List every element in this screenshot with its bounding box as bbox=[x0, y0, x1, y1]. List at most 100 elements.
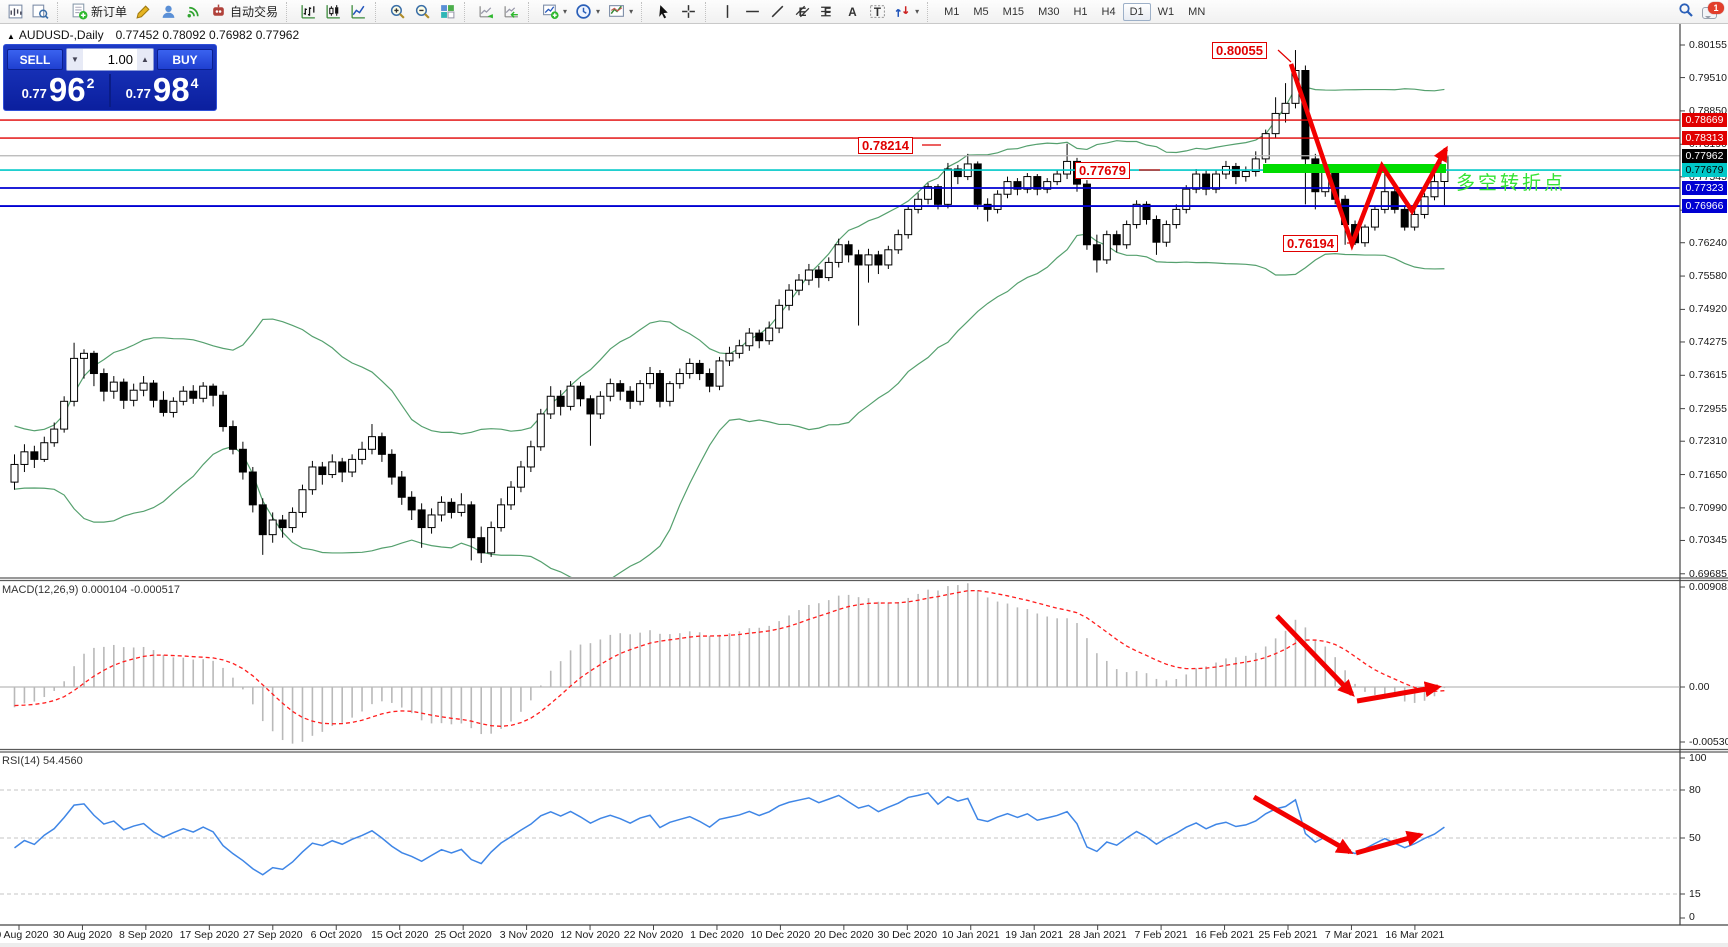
candlestick-chart-icon[interactable] bbox=[321, 0, 346, 23]
date-label: 25 Feb 2021 bbox=[1259, 929, 1318, 941]
cursor-icon[interactable] bbox=[651, 0, 676, 23]
price-axis-tick: 0.75580 bbox=[1689, 270, 1727, 282]
toolbar-separator bbox=[464, 2, 471, 22]
chevron-down-icon: ▾ bbox=[596, 7, 600, 16]
chart-profile-icon[interactable] bbox=[28, 0, 53, 23]
tile-windows-icon[interactable] bbox=[435, 0, 460, 23]
price-badge-0.78669: 0.78669 bbox=[1682, 113, 1727, 127]
timeframe-button-M1[interactable]: M1 bbox=[937, 3, 966, 21]
community-icon[interactable] bbox=[156, 0, 181, 23]
timeframe-button-D1[interactable]: D1 bbox=[1123, 3, 1151, 21]
date-label: 30 Dec 2020 bbox=[878, 929, 938, 941]
timeframe-button-M30[interactable]: M30 bbox=[1031, 3, 1066, 21]
toolbar: 新订单 自动交易 ▾ ▾ ▾ EFAT ▾ M1M5M15M30H1H4D1W1MN 1 bbox=[0, 0, 1728, 24]
buy-button[interactable]: BUY bbox=[157, 49, 213, 70]
signals-icon[interactable] bbox=[181, 0, 206, 23]
sell-button[interactable]: SELL bbox=[7, 49, 63, 70]
zoom-in-icon[interactable] bbox=[385, 0, 410, 23]
vertical-line-icon[interactable] bbox=[715, 0, 740, 23]
price-badge-0.78313: 0.78313 bbox=[1682, 131, 1727, 145]
text-label-icon[interactable]: T bbox=[865, 0, 890, 23]
svg-text:A: A bbox=[848, 6, 857, 19]
price-annotation-0.76194[interactable]: 0.76194 bbox=[1283, 235, 1338, 252]
trendline-icon[interactable] bbox=[765, 0, 790, 23]
annotation-leader-line bbox=[1278, 50, 1291, 62]
timeframe-button-M5[interactable]: M5 bbox=[966, 3, 995, 21]
mt4-terminal: 新订单自动交易▾▾▾EFAT▾M1M5M15M30H1H4D1W1MN1 ▲AU… bbox=[0, 0, 1728, 947]
date-label: 28 Jan 2021 bbox=[1069, 929, 1127, 941]
horizontal-line-icon[interactable] bbox=[740, 0, 765, 23]
rsi-trend-arrow-1[interactable] bbox=[1254, 797, 1350, 852]
macd-scale-label: -0.005306 bbox=[1689, 736, 1728, 748]
chart-shift-icon[interactable] bbox=[499, 0, 524, 23]
chevron-down-icon: ▾ bbox=[563, 7, 567, 16]
turning-point-annotation[interactable]: 多空转折点 bbox=[1456, 168, 1566, 195]
metaeditor-icon[interactable] bbox=[131, 0, 156, 23]
date-label: 30 Aug 2020 bbox=[53, 929, 112, 941]
price-axis-tick: 0.72310 bbox=[1689, 435, 1727, 447]
arrows-icon[interactable]: ▾ bbox=[890, 0, 923, 23]
rsi-scale-label: 100 bbox=[1689, 752, 1707, 764]
price-badge-0.76966: 0.76966 bbox=[1682, 199, 1727, 213]
price-annotation-0.80055[interactable]: 0.80055 bbox=[1212, 42, 1267, 59]
macd-label: MACD(12,26,9) 0.000104 -0.000517 bbox=[2, 584, 180, 596]
volume-decrease-button[interactable]: ▼ bbox=[67, 49, 83, 70]
trend-zigzag-arrow[interactable] bbox=[1291, 64, 1446, 244]
date-label: 8 Sep 2020 bbox=[119, 929, 173, 941]
date-axis[interactable]: 20 Aug 202030 Aug 20208 Sep 202017 Sep 2… bbox=[0, 925, 1680, 947]
macd-trend-arrow-1[interactable] bbox=[1277, 616, 1352, 694]
date-label: 7 Feb 2021 bbox=[1135, 929, 1188, 941]
date-label: 7 Mar 2021 bbox=[1325, 929, 1378, 941]
timeframe-button-H4[interactable]: H4 bbox=[1095, 3, 1123, 21]
price-annotation-0.77679[interactable]: 0.77679 bbox=[1075, 162, 1130, 179]
text-icon[interactable]: A bbox=[840, 0, 865, 23]
rsi-line bbox=[15, 793, 1445, 875]
chart-file-icon[interactable] bbox=[3, 0, 28, 23]
date-label: 27 Sep 2020 bbox=[243, 929, 303, 941]
price-annotation-0.78214[interactable]: 0.78214 bbox=[858, 137, 913, 154]
date-label: 3 Nov 2020 bbox=[500, 929, 554, 941]
volume-increase-button[interactable]: ▲ bbox=[137, 49, 153, 70]
fibonacci-icon[interactable]: F bbox=[815, 0, 840, 23]
crosshair-icon[interactable] bbox=[676, 0, 701, 23]
macd-indicator bbox=[0, 583, 1680, 743]
sell-price-prefix: 0.77 bbox=[22, 86, 47, 101]
macd-trend-arrow-2[interactable] bbox=[1357, 687, 1438, 701]
line-chart-icon[interactable] bbox=[346, 0, 371, 23]
volume-input[interactable] bbox=[83, 49, 137, 70]
notifications-icon[interactable]: 1 bbox=[1702, 4, 1722, 22]
date-label: 19 Jan 2021 bbox=[1005, 929, 1063, 941]
autotrading-button[interactable]: 自动交易 bbox=[206, 0, 282, 23]
price-axis-tick: 0.69685 bbox=[1689, 568, 1727, 580]
price-axis-tick: 0.76240 bbox=[1689, 237, 1727, 249]
chevron-down-icon: ▾ bbox=[915, 7, 919, 16]
buy-price[interactable]: 0.77 98 4 bbox=[111, 74, 213, 107]
price-axis-tick: 0.79510 bbox=[1689, 72, 1727, 84]
date-label: 1 Dec 2020 bbox=[690, 929, 744, 941]
bar-chart-icon[interactable] bbox=[296, 0, 321, 23]
templates-icon[interactable]: ▾ bbox=[604, 0, 637, 23]
date-label: 25 Oct 2020 bbox=[435, 929, 492, 941]
timeframe-button-MN[interactable]: MN bbox=[1181, 3, 1212, 21]
sell-price[interactable]: 0.77 96 2 bbox=[7, 74, 109, 107]
new-chart-icon[interactable]: ▾ bbox=[538, 0, 571, 23]
toolbar-separator bbox=[286, 2, 293, 22]
price-axis-tick: 0.80155 bbox=[1689, 39, 1727, 51]
green-resistance-bar[interactable] bbox=[1263, 164, 1446, 173]
zoom-out-icon[interactable] bbox=[410, 0, 435, 23]
timeframe-button-W1[interactable]: W1 bbox=[1151, 3, 1182, 21]
autoscroll-icon[interactable] bbox=[474, 0, 499, 23]
equidistant-channel-icon[interactable]: E bbox=[790, 0, 815, 23]
periodicity-icon[interactable]: ▾ bbox=[571, 0, 604, 23]
price-axis-tick: 0.74920 bbox=[1689, 303, 1727, 315]
new-order-button[interactable]: 新订单 bbox=[67, 0, 131, 23]
rsi-scale-label: 80 bbox=[1689, 784, 1701, 796]
price-badge-0.77962: 0.77962 bbox=[1682, 149, 1727, 163]
timeframe-button-M15[interactable]: M15 bbox=[996, 3, 1031, 21]
timeframe-button-H1[interactable]: H1 bbox=[1066, 3, 1094, 21]
chevron-down-icon: ▾ bbox=[629, 7, 633, 16]
search-icon[interactable] bbox=[1678, 2, 1694, 23]
date-label: 6 Oct 2020 bbox=[311, 929, 362, 941]
macd-scale-label: 0.00 bbox=[1689, 681, 1709, 693]
ohlc-readout: 0.77452 0.78092 0.76982 0.77962 bbox=[116, 28, 300, 42]
